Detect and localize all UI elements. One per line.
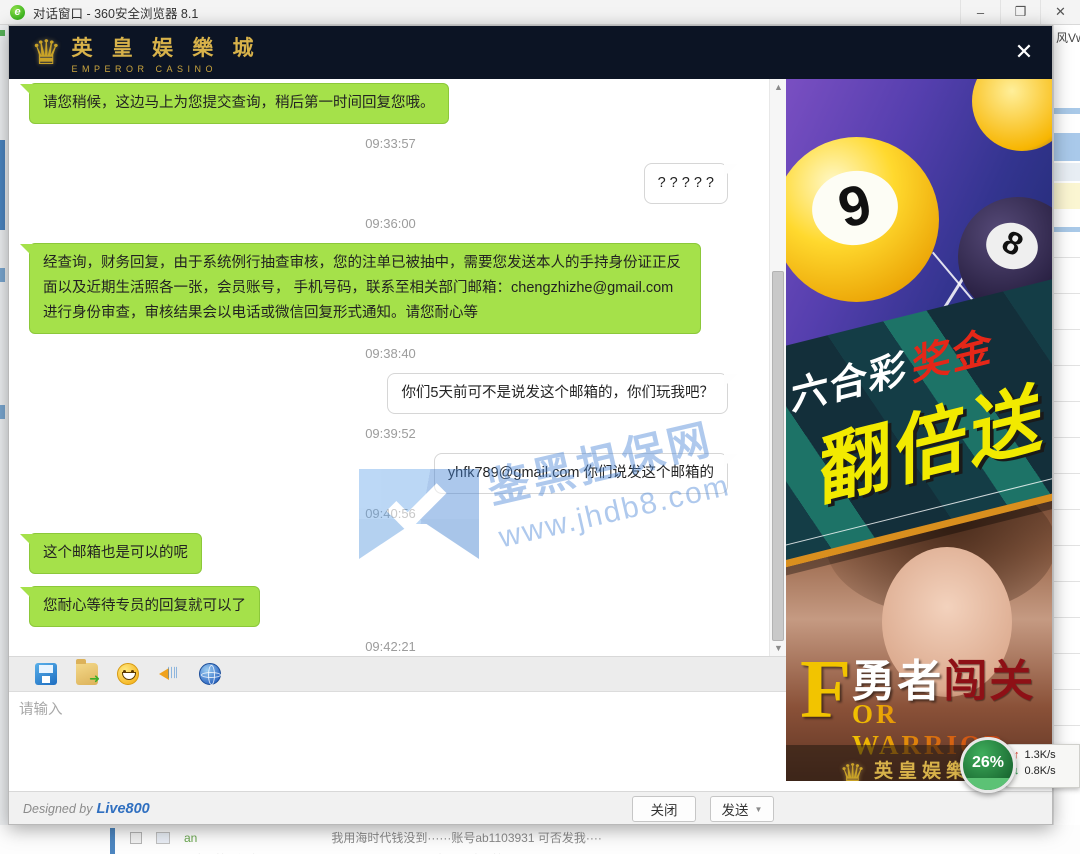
dialog-footer: Designed byLive800 关闭 发送 ▼ [9,791,1053,825]
background-blue-chip [0,405,5,419]
background-band [1054,133,1080,161]
dialog-close-icon[interactable]: ✕ [1010,38,1038,66]
maximize-button[interactable]: ❒ [1000,0,1040,24]
background-page-bottom-strip: an 我用海时代钱没到······账号ab1103931 可否发我···· 王朝… [0,825,1080,854]
save-icon[interactable] [35,663,57,685]
emoticon-icon[interactable] [117,663,139,685]
glow-ball [972,79,1053,151]
promo-banner[interactable]: 9 8 F 勇者闯关 OR WARRIOR ♛ 英皇娱樂城 EMPER [786,79,1053,781]
ball-8-number: 8 [981,215,1044,272]
send-button[interactable]: 发送 ▼ [710,796,774,822]
background-row-text: 我用海时代钱没到······账号ab1103931 可否发我···· [331,829,601,846]
chat-message-area: 请您稍候，这边马上为您提交查询，稍后第一时间回复您哦。 09:33:57 ? ?… [9,79,786,656]
background-band [1054,163,1080,181]
chat-message-user: yhfk789@gmail.com 你们说发这个邮箱的 [29,453,752,494]
background-band [1054,183,1080,209]
message-input-area [9,691,786,791]
background-scroll-bar [0,140,5,230]
scrollbar-thumb[interactable] [772,271,784,641]
warrior-slogan: F 勇者闯关 OR WARRIOR [800,655,1046,725]
background-band [1054,227,1080,232]
background-blue-chip [0,268,5,282]
minimize-button[interactable]: – [960,0,1000,24]
speed-percent-value: 26% [963,754,1013,772]
brand-name-cn: 英 皇 娱 樂 城 [71,32,260,62]
crown-icon: ♛ [839,759,866,781]
background-page-left-strip [0,25,8,825]
file-send-icon[interactable] [76,663,98,685]
warrior-f-letter: F [800,655,851,725]
window-close-button[interactable]: ✕ [1040,0,1080,24]
timestamp: 09:38:40 [29,346,752,361]
background-selection-bar [110,828,115,854]
background-text: 风Vwi [1056,29,1080,46]
globe-icon[interactable] [199,663,221,685]
chat-message-agent: 您耐心等待专员的回复就可以了 [29,586,752,627]
download-speed: 0.8K/s [1025,765,1056,777]
close-button[interactable]: 关闭 [632,796,696,822]
ball-9-number: 9 [805,164,904,248]
chat-dialog: ♛ 英 皇 娱 樂 城 EMPEROR CASINO ✕ 请您稍候，这边马上为您… [8,25,1053,825]
chat-toolbar [9,656,786,691]
message-input[interactable] [9,692,786,791]
chat-message-user: 你们5天前可不是说发这个邮箱的，你们玩我吧？ [29,373,752,414]
chat-message-agent: 这个邮箱也是可以的呢 [29,533,752,574]
send-dropdown-caret-icon[interactable]: ▼ [755,805,763,814]
background-green-chip [0,30,5,36]
dialog-header: ♛ 英 皇 娱 樂 城 EMPEROR CASINO ✕ [9,26,1052,79]
upload-speed: 1.3K/s [1025,749,1056,761]
designed-by-label: Designed byLive800 [23,801,150,817]
timestamp: 09:42:21 [29,639,752,654]
timestamp: 09:36:00 [29,216,752,231]
timestamp: 09:40:56 [29,506,752,521]
checkbox [130,832,142,844]
background-page-right-strip: 风Vwi [1053,25,1080,825]
brand-name-en: EMPEROR CASINO [71,64,260,74]
window-title: 对话窗口 - 360安全浏览器 8.1 [33,3,198,22]
nine-ball: 9 [786,137,939,302]
chat-message-user: ? ? ? ? ? [29,163,752,204]
window-titlebar: e 对话窗口 - 360安全浏览器 8.1 – ❒ ✕ [0,0,1080,25]
browser-360-icon: e [10,5,25,20]
live800-brand: Live800 [97,801,150,817]
crown-icon: ♛ [31,33,61,73]
sound-icon[interactable] [158,663,180,685]
casino-logo: ♛ 英 皇 娱 樂 城 EMPEROR CASINO [31,32,260,74]
background-username: an [184,831,197,845]
chat-scroll-content: 请您稍候，这边马上为您提交查询，稍后第一时间回复您哦。 09:33:57 ? ?… [9,79,766,656]
network-speed-panel: ↑ 1.3K/s ↓ 0.8K/s [1005,744,1080,788]
background-band [1054,108,1080,114]
chat-message-agent: 请您稍候，这边马上为您提交查询，稍后第一时间回复您哦。 [29,83,752,124]
chat-scrollbar[interactable]: ▲ ▼ [769,79,786,656]
timestamp: 09:39:52 [29,426,752,441]
scroll-down-arrow-icon[interactable]: ▼ [770,640,786,656]
post-icon [156,832,170,844]
speed-percent-badge[interactable]: 26% [960,737,1016,793]
timestamp: 09:33:57 [29,136,752,151]
scroll-up-arrow-icon[interactable]: ▲ [770,79,786,95]
chat-message-agent: 经查询，财务回复，由于系统例行抽查审核，您的注单已被抽中，需要您发送本人的手持身… [29,243,752,334]
